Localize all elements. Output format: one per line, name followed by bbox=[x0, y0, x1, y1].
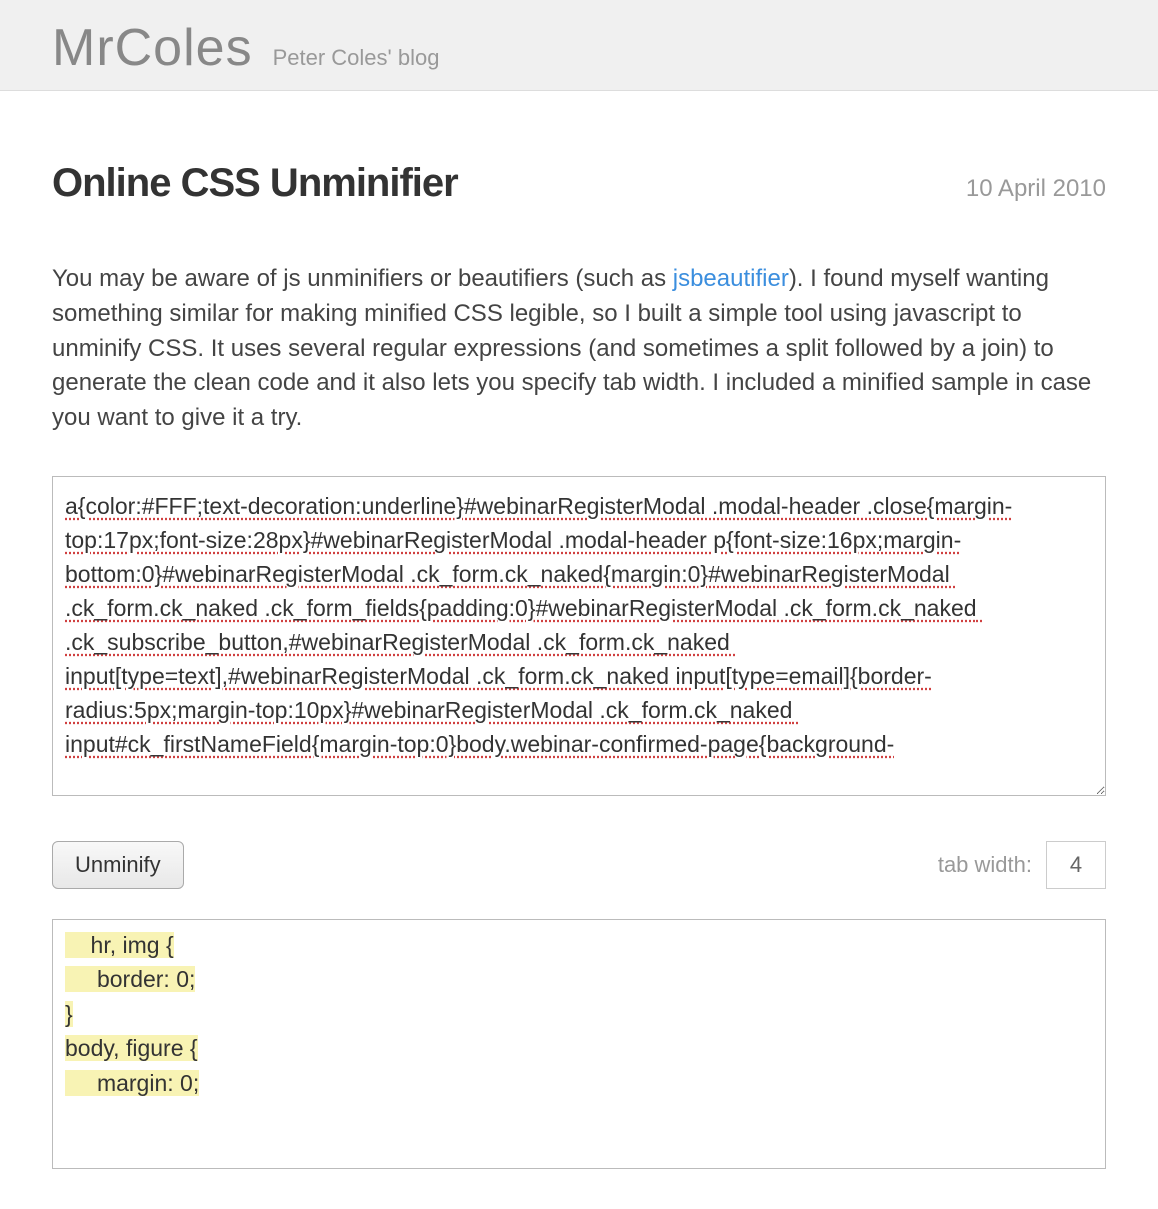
css-input-textarea[interactable] bbox=[52, 476, 1106, 796]
tab-width-group: tab width: bbox=[938, 841, 1106, 889]
unminify-button[interactable]: Unminify bbox=[52, 841, 184, 889]
site-title[interactable]: MrColes bbox=[52, 18, 253, 78]
css-output-area[interactable]: hr, img { border: 0; } body, figure { ma… bbox=[52, 919, 1106, 1169]
tab-width-label: tab width: bbox=[938, 852, 1032, 878]
page-title: Online CSS Unminifier bbox=[52, 161, 458, 206]
intro-paragraph: You may be aware of js unminifiers or be… bbox=[52, 262, 1106, 436]
intro-text-before: You may be aware of js unminifiers or be… bbox=[52, 265, 673, 292]
site-header: MrColes Peter Coles' blog bbox=[0, 0, 1158, 91]
main-content: Online CSS Unminifier 10 April 2010 You … bbox=[0, 91, 1158, 1209]
site-subtitle: Peter Coles' blog bbox=[273, 45, 440, 71]
jsbeautifier-link[interactable]: jsbeautifier bbox=[673, 265, 789, 292]
post-date: 10 April 2010 bbox=[966, 175, 1106, 203]
tab-width-input[interactable] bbox=[1046, 841, 1106, 889]
controls-row: Unminify tab width: bbox=[52, 841, 1106, 889]
